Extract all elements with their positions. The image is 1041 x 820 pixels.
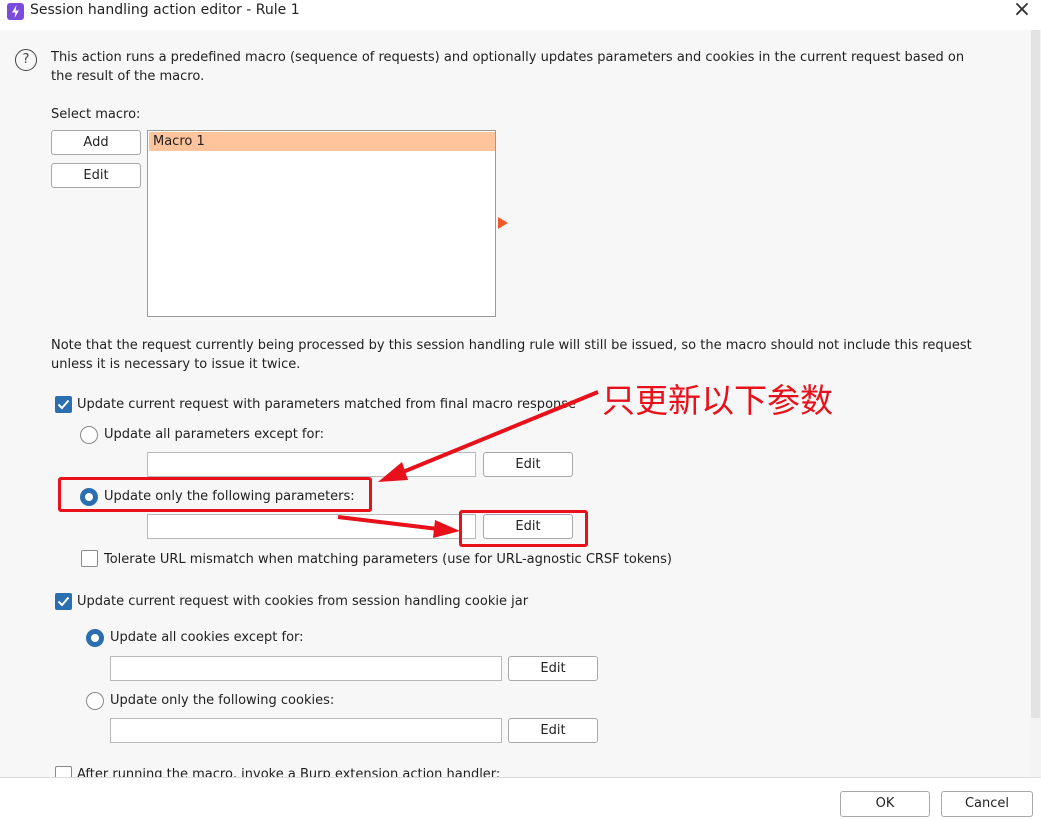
cookies-only-following-radio[interactable] — [86, 692, 104, 710]
params-all-except-edit-button[interactable]: Edit — [483, 452, 573, 477]
edit-macro-button[interactable]: Edit — [51, 163, 141, 188]
select-macro-label: Select macro: — [51, 107, 141, 122]
cookies-only-following-edit-button[interactable]: Edit — [508, 718, 598, 743]
update-params-label: Update current request with parameters m… — [77, 397, 577, 412]
params-all-except-field[interactable] — [147, 452, 476, 477]
burp-lightning-icon — [7, 3, 24, 20]
annotation-highlight-box — [58, 477, 372, 512]
cookies-all-except-radio[interactable] — [86, 629, 104, 647]
tolerate-url-mismatch-label: Tolerate URL mismatch when matching para… — [104, 552, 672, 567]
split-pane-arrow-icon[interactable] — [498, 217, 508, 229]
cookies-all-except-label: Update all cookies except for: — [110, 630, 304, 645]
cookies-only-following-label: Update only the following cookies: — [110, 693, 335, 708]
note-text-line2: unless it is necessary to issue it twice… — [51, 357, 301, 372]
extension-handler-checkbox[interactable] — [55, 766, 72, 777]
macro-list-item[interactable]: Macro 1 — [149, 132, 495, 151]
cancel-button[interactable]: Cancel — [941, 791, 1033, 817]
update-params-checkbox[interactable] — [55, 396, 72, 413]
params-all-except-label: Update all parameters except for: — [104, 427, 324, 442]
update-cookies-checkbox[interactable] — [55, 593, 72, 610]
params-only-following-field[interactable] — [147, 514, 476, 539]
close-icon[interactable]: × — [1011, 0, 1033, 21]
help-icon[interactable]: ? — [15, 49, 37, 71]
cookies-all-except-field[interactable] — [110, 656, 502, 681]
description-text-line2: the result of the macro. — [51, 69, 205, 84]
tolerate-url-mismatch-checkbox[interactable] — [81, 550, 98, 567]
cookies-only-following-field[interactable] — [110, 718, 502, 743]
params-all-except-radio[interactable] — [80, 426, 98, 444]
title-bar: Session handling action editor - Rule 1 … — [0, 0, 1041, 24]
annotation-highlight-box — [459, 510, 588, 547]
description-text: This action runs a predefined macro (seq… — [51, 50, 965, 65]
macro-list[interactable]: Macro 1 — [147, 130, 496, 317]
cookies-all-except-edit-button[interactable]: Edit — [508, 656, 598, 681]
window-title: Session handling action editor - Rule 1 — [30, 2, 300, 18]
add-macro-button[interactable]: Add — [51, 130, 141, 155]
ok-button[interactable]: OK — [840, 791, 930, 817]
annotation-text: 只更新以下参数 — [602, 381, 833, 420]
note-text: Note that the request currently being pr… — [51, 338, 972, 353]
extension-row: After running the macro, invoke a Burp e… — [0, 765, 1030, 777]
scrollbar-thumb[interactable] — [1031, 30, 1040, 718]
update-cookies-label: Update current request with cookies from… — [77, 594, 529, 609]
extension-handler-label: After running the macro, invoke a Burp e… — [77, 767, 501, 777]
